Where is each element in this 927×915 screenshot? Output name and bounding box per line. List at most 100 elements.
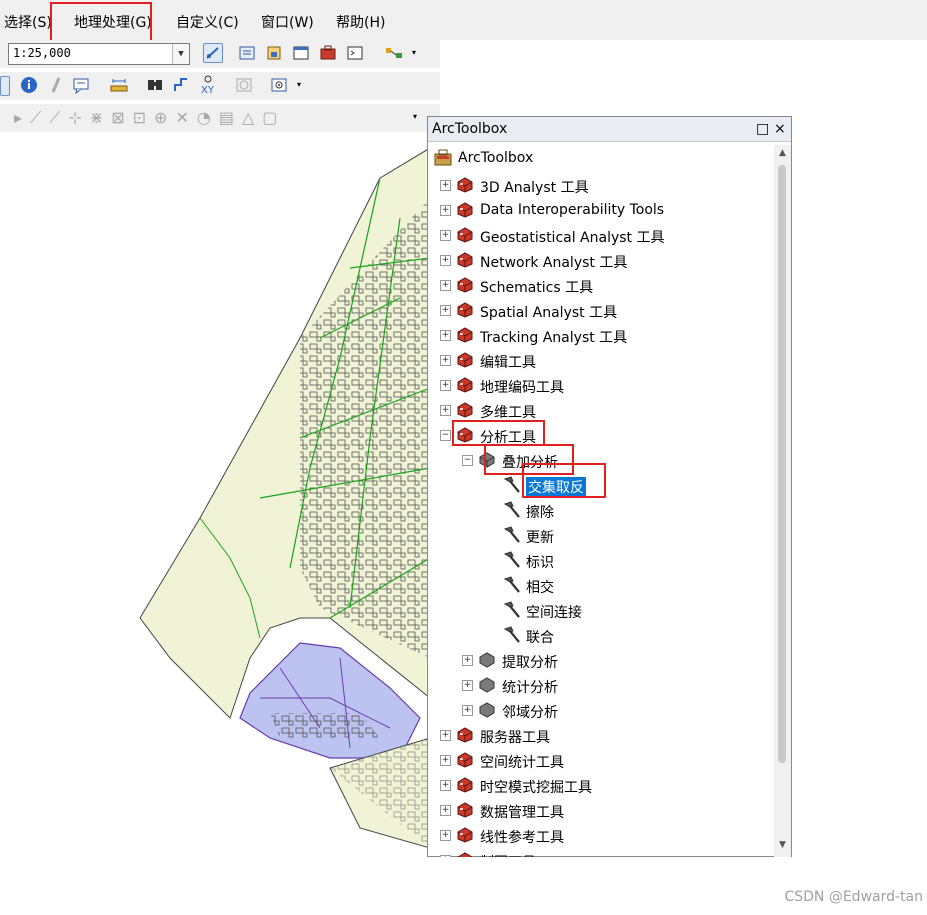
catalog-icon[interactable] <box>265 44 285 64</box>
expand-icon[interactable]: + <box>440 830 451 841</box>
measure-icon[interactable] <box>110 76 130 96</box>
toolbox-item-label: 编辑工具 <box>480 355 536 371</box>
expand-icon[interactable]: + <box>440 405 451 416</box>
toolbox-item-label: Spatial Analyst 工具 <box>480 305 618 321</box>
expand-icon[interactable]: + <box>440 230 451 241</box>
expand-icon[interactable]: + <box>440 755 451 766</box>
search-window-icon[interactable] <box>292 44 312 64</box>
editor-toolbar-icon[interactable] <box>203 43 223 63</box>
toolbox-item-label: Network Analyst 工具 <box>480 255 628 271</box>
go-to-xy-icon[interactable]: XY <box>199 74 219 96</box>
toolbox-item-label: 空间统计工具 <box>480 755 564 771</box>
toolbox-item-label: 数据管理工具 <box>480 805 564 821</box>
map-scale-value: 1:25,000 <box>13 46 71 60</box>
toolbox-item-label: 分析工具 <box>480 430 536 446</box>
hammer-icon <box>503 476 520 493</box>
toolset-icon <box>479 702 495 718</box>
toolbox-icon <box>457 327 473 343</box>
toolset-icon <box>479 452 495 468</box>
menu-bar: 选择(S) 地理处理(G) 自定义(C) 窗口(W) 帮助(H) <box>0 0 927 40</box>
expand-icon[interactable]: + <box>462 705 473 716</box>
chevron-down-icon[interactable]: ▼ <box>172 44 189 64</box>
toolbox-icon <box>457 427 473 443</box>
toolbar-options-icon-3[interactable]: ▾ <box>413 112 423 130</box>
arctoolbox-title: ArcToolbox <box>432 121 508 137</box>
expand-icon[interactable]: + <box>440 355 451 366</box>
toolbox-icon <box>457 777 473 793</box>
hammer-icon <box>503 526 520 543</box>
scroll-up-icon[interactable]: ▲ <box>774 148 791 162</box>
hyperlink-icon[interactable] <box>47 76 67 96</box>
map-view[interactable] <box>0 138 431 911</box>
expand-icon[interactable]: + <box>440 380 451 391</box>
time-slider-icon[interactable] <box>235 76 255 96</box>
expand-icon[interactable]: + <box>440 280 451 291</box>
modelbuilder-icon[interactable] <box>385 44 405 64</box>
collapse-icon[interactable]: − <box>462 455 473 466</box>
subtoolset-overlay-label: 叠加分析 <box>502 455 558 471</box>
table-of-contents-icon[interactable] <box>238 44 258 64</box>
watermark: CSDN @Edward-tan <box>784 889 923 905</box>
subtoolset-stats-label: 统计分析 <box>502 680 558 696</box>
arctoolbox-root-icon <box>434 149 452 166</box>
expand-icon[interactable]: + <box>440 730 451 741</box>
arctoolbox-icon[interactable] <box>319 44 339 64</box>
toolbar-options-icon[interactable]: ▾ <box>412 48 422 66</box>
html-popup-icon[interactable] <box>72 76 92 96</box>
maximize-icon[interactable]: □ <box>756 121 769 137</box>
toolbox-icon <box>457 827 473 843</box>
expand-icon[interactable]: + <box>440 855 451 857</box>
tool-item-label: 交集取反 <box>526 477 586 497</box>
identify-icon[interactable] <box>20 76 40 96</box>
menu-customize[interactable]: 自定义(C) <box>176 12 239 32</box>
tool-item-label: 擦除 <box>526 505 554 521</box>
toolbox-item-label: Tracking Analyst 工具 <box>480 330 628 346</box>
expand-icon[interactable]: + <box>462 680 473 691</box>
menu-window[interactable]: 窗口(W) <box>261 12 314 32</box>
expand-icon[interactable]: + <box>462 655 473 666</box>
map-scale-combo[interactable]: 1:25,000 ▼ <box>8 43 190 65</box>
collapse-icon[interactable]: − <box>440 430 451 441</box>
toolbox-icon <box>457 802 473 818</box>
hammer-icon <box>503 601 520 618</box>
menu-select[interactable]: 选择(S) <box>4 12 52 32</box>
toolbox-item-label: 地理编码工具 <box>480 380 564 396</box>
expand-icon[interactable]: + <box>440 180 451 191</box>
arctoolbox-title-bar[interactable]: ArcToolbox □ × <box>428 117 791 142</box>
expand-icon[interactable]: + <box>440 330 451 341</box>
editor-tools-disabled: ▸⟋⟋⊹⋇⊠⊡⊕✕◔▤△▢ <box>14 108 286 127</box>
tool-item-label: 联合 <box>526 630 554 646</box>
expand-icon[interactable]: + <box>440 205 451 216</box>
toolbox-item-label: 制图工具 <box>480 852 536 857</box>
toolbar-options-icon-2[interactable]: ▾ <box>297 80 307 98</box>
find-route-icon[interactable] <box>172 76 192 96</box>
toolbox-icon <box>457 727 473 743</box>
expand-icon[interactable]: + <box>440 805 451 816</box>
expand-icon[interactable]: + <box>440 255 451 266</box>
toolbox-icon <box>457 852 473 857</box>
close-icon[interactable]: × <box>774 121 786 137</box>
toolbox-icon <box>457 177 473 193</box>
toolbox-icon <box>457 302 473 318</box>
tree-scrollbar[interactable]: ▲ ▼ <box>774 145 791 857</box>
toolbox-icon <box>457 252 473 268</box>
scrollbar-thumb[interactable] <box>778 165 786 763</box>
select-elements-icon[interactable] <box>0 76 10 96</box>
toolbox-icon <box>457 752 473 768</box>
expand-icon[interactable]: + <box>440 780 451 791</box>
toolset-icon <box>479 677 495 693</box>
find-icon[interactable] <box>146 76 166 96</box>
expand-icon[interactable]: + <box>440 305 451 316</box>
toolbox-item-label: Schematics 工具 <box>480 280 594 296</box>
create-viewer-window-icon[interactable] <box>270 76 290 96</box>
tool-item-label: 更新 <box>526 530 554 546</box>
toolbox-icon <box>457 277 473 293</box>
menu-help[interactable]: 帮助(H) <box>336 12 385 32</box>
menu-geoprocessing[interactable]: 地理处理(G) <box>74 12 152 32</box>
tool-item-label: 相交 <box>526 580 554 596</box>
python-window-icon[interactable] <box>346 44 366 64</box>
toolbox-icon <box>457 202 473 218</box>
scroll-down-icon[interactable]: ▼ <box>774 840 791 854</box>
hammer-icon <box>503 626 520 643</box>
toolbox-item-label: 服务器工具 <box>480 730 550 746</box>
